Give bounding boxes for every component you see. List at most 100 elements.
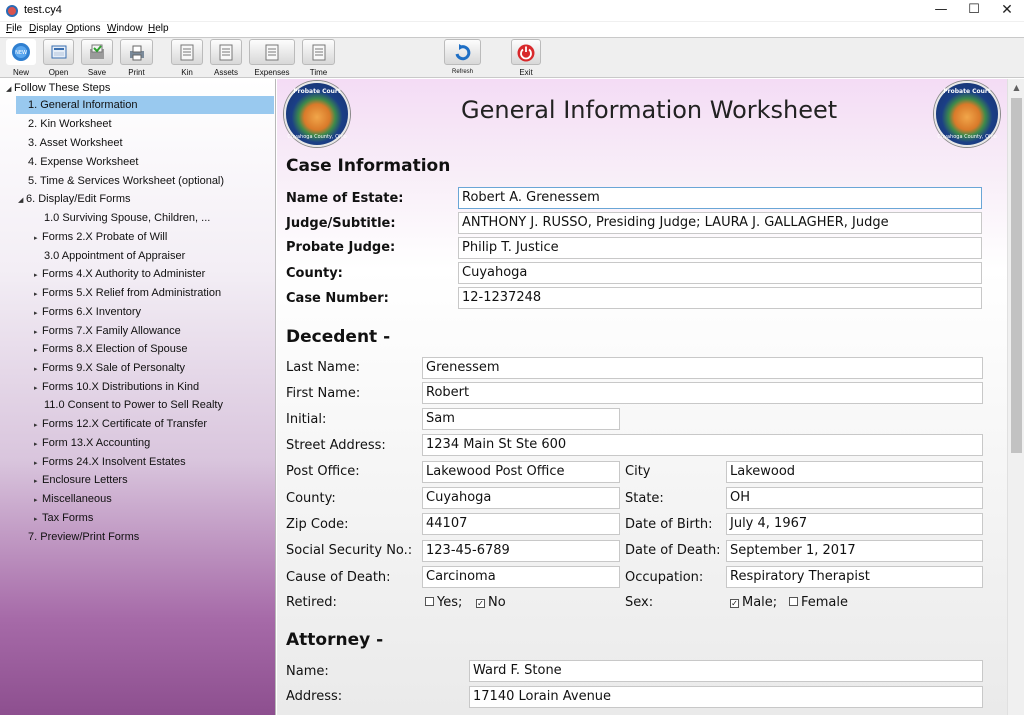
menu-bar: File Display Options Window Help: [0, 22, 1024, 37]
scroll-up-icon[interactable]: ▲: [1008, 79, 1024, 96]
tree-item-enclosure-letters[interactable]: ▸ Enclosure Letters: [34, 471, 128, 489]
checkbox-icon[interactable]: [789, 597, 798, 606]
first-name-field[interactable]: Robert: [422, 382, 983, 404]
tree-item-kin-worksheet[interactable]: 2. Kin Worksheet: [28, 115, 112, 133]
tree-item-follow-steps[interactable]: ◢ Follow These Steps: [6, 79, 110, 97]
checkbox-checked-icon[interactable]: ✓: [476, 599, 485, 608]
county-label: County:: [286, 491, 336, 506]
expand-icon[interactable]: ◢: [6, 81, 14, 99]
tree-item-forms-8x[interactable]: ▸ Forms 8.X Election of Spouse: [34, 340, 188, 358]
case-county-field[interactable]: Cuyahoga: [458, 262, 982, 284]
menu-help[interactable]: Help: [148, 23, 169, 34]
tree-item-forms-10x[interactable]: ▸ Forms 10.X Distributions in Kind: [34, 378, 199, 396]
exit-button[interactable]: Exit: [508, 38, 544, 78]
save-label: Save: [87, 68, 107, 77]
save-icon: [90, 44, 104, 59]
date-of-birth-field[interactable]: July 4, 1967: [726, 513, 983, 535]
checkbox-checked-icon[interactable]: ✓: [730, 599, 739, 608]
zip-code-field[interactable]: 44107: [422, 513, 620, 535]
checkbox-icon[interactable]: [425, 597, 434, 606]
open-button[interactable]: Open: [40, 38, 77, 78]
menu-window[interactable]: Window: [107, 23, 143, 34]
menu-file[interactable]: File: [6, 23, 22, 34]
post-office-field[interactable]: Lakewood Post Office: [422, 461, 620, 483]
tree-item-miscellaneous[interactable]: ▸ Miscellaneous: [34, 490, 112, 508]
attorney-address-label: Address:: [286, 689, 343, 704]
tree-item-forms-9x[interactable]: ▸ Forms 9.X Sale of Personalty: [34, 359, 185, 377]
judge-subtitle-field[interactable]: ANTHONY J. RUSSO, Presiding Judge; LAURA…: [458, 212, 982, 234]
tree-item-asset-worksheet[interactable]: 3. Asset Worksheet: [28, 134, 123, 152]
expand-icon[interactable]: ▸: [34, 230, 42, 248]
tree-item-display-edit-forms[interactable]: ◢ 6. Display/Edit Forms: [18, 190, 131, 208]
time-button[interactable]: Time: [299, 38, 338, 78]
tree-item-time-services[interactable]: 5. Time & Services Worksheet (optional): [28, 172, 224, 190]
last-name-field[interactable]: Grenessem: [422, 357, 983, 379]
cause-of-death-field[interactable]: Carcinoma: [422, 566, 620, 588]
attorney-name-field[interactable]: Ward F. Stone: [469, 660, 983, 682]
assets-button[interactable]: Assets: [207, 38, 245, 78]
expand-icon[interactable]: ▸: [34, 286, 42, 304]
expenses-button[interactable]: Expenses: [246, 38, 298, 78]
close-button[interactable]: ✕: [984, 0, 1024, 22]
new-icon: NEW: [12, 43, 30, 61]
probate-court-seal-right: Probate Court Cuyahoga County, Ohio: [934, 81, 1000, 147]
expand-icon[interactable]: ▸: [34, 417, 42, 435]
retired-no-checkbox[interactable]: ✓ No: [476, 595, 506, 610]
city-field[interactable]: Lakewood: [726, 461, 983, 483]
expand-icon[interactable]: ▸: [34, 305, 42, 323]
expand-icon[interactable]: ▸: [34, 342, 42, 360]
expand-icon[interactable]: ▸: [34, 380, 42, 398]
refresh-button[interactable]: Refresh: [441, 38, 484, 78]
expand-icon[interactable]: ▸: [34, 361, 42, 379]
tree-item-forms-4x[interactable]: ▸ Forms 4.X Authority to Administer: [34, 265, 205, 283]
expand-icon[interactable]: ◢: [18, 192, 26, 210]
case-number-field[interactable]: 12-1237248: [458, 287, 982, 309]
expand-icon[interactable]: ▸: [34, 267, 42, 285]
vertical-scrollbar[interactable]: ▲: [1007, 79, 1024, 715]
probate-court-seal-left: Probate Court Cuyahoga County, Ohio: [284, 81, 350, 147]
tree-item-tax-forms[interactable]: ▸ Tax Forms: [34, 509, 93, 527]
sex-male-checkbox[interactable]: ✓ Male;: [730, 595, 777, 610]
tree-item-forms-7x[interactable]: ▸ Forms 7.X Family Allowance: [34, 322, 181, 340]
tree-item-form-1-0[interactable]: 1.0 Surviving Spouse, Children, ...: [44, 209, 210, 227]
initial-field[interactable]: Sam: [422, 408, 620, 430]
tree-item-forms-24x[interactable]: ▸ Forms 24.X Insolvent Estates: [34, 453, 186, 471]
tree-item-forms-5x[interactable]: ▸ Forms 5.X Relief from Administration: [34, 284, 221, 302]
expenses-label: Expenses: [254, 68, 290, 77]
tree-item-forms-6x[interactable]: ▸ Forms 6.X Inventory: [34, 303, 141, 321]
estate-name-field[interactable]: Robert A. Grenessem: [458, 187, 982, 209]
tree-item-expense-worksheet[interactable]: 4. Expense Worksheet: [28, 153, 138, 171]
kin-button[interactable]: Kin: [168, 38, 206, 78]
new-button[interactable]: NEW New: [3, 38, 39, 78]
ssn-label: Social Security No.:: [286, 543, 413, 558]
retired-yes-checkbox[interactable]: Yes;: [425, 595, 462, 610]
save-button[interactable]: Save: [78, 38, 116, 78]
menu-display[interactable]: Display: [29, 23, 62, 34]
print-button[interactable]: Print: [117, 38, 156, 78]
expand-icon[interactable]: ▸: [34, 436, 42, 454]
expand-icon[interactable]: ▸: [34, 511, 42, 529]
tree-item-general-information[interactable]: 1. General Information: [16, 96, 274, 114]
power-icon: [517, 44, 535, 62]
tree-item-forms-12x[interactable]: ▸ Forms 12.X Certificate of Transfer: [34, 415, 207, 433]
menu-options[interactable]: Options: [66, 23, 100, 34]
expand-icon[interactable]: ▸: [34, 473, 42, 491]
tree-item-form-13x[interactable]: ▸ Form 13.X Accounting: [34, 434, 150, 452]
print-label: Print: [128, 68, 145, 77]
state-label: State:: [625, 491, 664, 506]
tree-item-preview-print[interactable]: 7. Preview/Print Forms: [28, 528, 139, 546]
street-address-field[interactable]: 1234 Main St Ste 600: [422, 434, 983, 456]
tree-item-forms-2x[interactable]: ▸ Forms 2.X Probate of Will: [34, 228, 167, 246]
sex-female-checkbox[interactable]: Female: [789, 595, 848, 610]
tree-item-form-11-0[interactable]: 11.0 Consent to Power to Sell Realty: [44, 396, 223, 414]
occupation-field[interactable]: Respiratory Therapist: [726, 566, 983, 588]
tree-item-form-3-0[interactable]: 3.0 Appointment of Appraiser: [44, 247, 185, 265]
scroll-thumb[interactable]: [1011, 98, 1022, 453]
probate-judge-field[interactable]: Philip T. Justice: [458, 237, 982, 259]
expand-icon[interactable]: ▸: [34, 492, 42, 510]
ssn-field[interactable]: 123-45-6789: [422, 540, 620, 562]
state-field[interactable]: OH: [726, 487, 983, 509]
county-field[interactable]: Cuyahoga: [422, 487, 620, 509]
date-of-death-field[interactable]: September 1, 2017: [726, 540, 983, 562]
attorney-address-field[interactable]: 17140 Lorain Avenue: [469, 686, 983, 708]
